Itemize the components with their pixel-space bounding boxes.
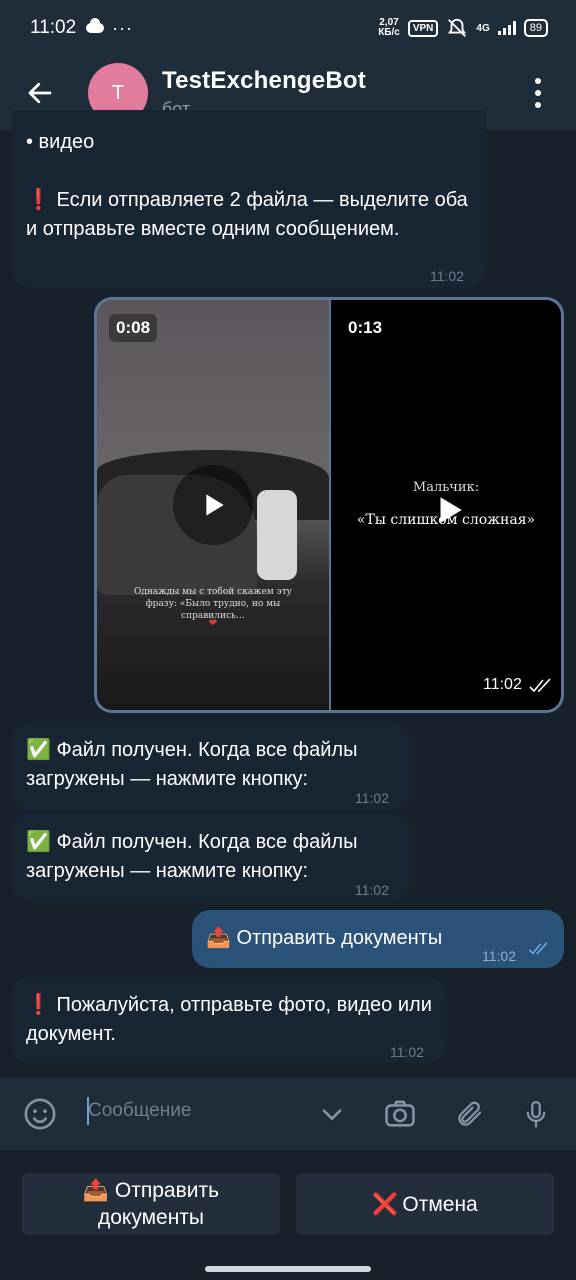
message-text-body: Файл получен. Когда все файлы загружены … [26,739,358,790]
bot-keyboard: 📤 Отправить документы ❌ Отмена [0,1150,576,1280]
exclamation-icon: ❗ [26,189,51,211]
mute-bell-icon [448,18,467,37]
send-documents-label: 📤 Отправить документы [51,1177,251,1231]
message-time: 11:02 [482,948,516,964]
microphone-icon [526,1101,546,1128]
speed-unit: КБ/с [378,27,400,38]
camera-button[interactable] [382,1096,418,1132]
video-thumbnail[interactable]: 0:08 Однажды мы с тобой скажем эту фразу… [97,300,329,710]
double-check-icon [528,942,548,955]
exclamation-icon: ❗ [26,994,51,1016]
arrow-left-icon [28,82,52,104]
more-dot-icon [535,90,541,96]
message-time: 11:02 [390,1044,424,1060]
button-label: Отправить документы [97,1179,220,1229]
message-text: ✅ Файл получен. Когда все файлы загружен… [26,736,402,794]
vpn-badge: VPN [407,19,439,37]
home-indicator[interactable] [205,1266,371,1272]
button-label: Отмена [402,1192,478,1216]
battery-icon: 89 [523,19,548,37]
send-documents-button[interactable]: 📤 Отправить документы [22,1173,280,1235]
chat-title: TestExchengeBot [162,66,366,94]
message-text: ❗ Пожалуйста, отправьте фото, видео или … [26,991,436,1049]
outbox-tray-icon: 📤 [206,927,231,949]
composer-bar: Сообщение [0,1078,576,1150]
chevron-down-icon [322,1109,342,1121]
more-menu-button[interactable] [528,78,548,108]
check-mark-icon: ✅ [26,739,51,761]
double-check-icon [529,678,551,693]
status-bar: 11:02 ··· 2,07 КБ/с VPN 4G 89 [0,0,576,56]
message-text: 📤 Отправить документы [206,924,442,953]
message-text-body: Если отправляете 2 файла — выделите оба … [26,189,468,240]
more-dot-icon [535,78,541,84]
check-mark-icon: ✅ [26,831,51,853]
video-duration: 0:13 [348,318,383,337]
status-dots: ··· [112,17,134,38]
media-album[interactable]: 0:08 Однажды мы с тобой скажем эту фразу… [94,297,564,713]
message-text-body: Пожалуйста, отправьте фото, видео или до… [26,994,432,1045]
network-type: 4G [476,22,490,34]
more-dot-icon [535,102,541,108]
message-time: 11:02 [430,268,464,284]
video-duration: 0:08 [109,314,158,342]
emoji-button[interactable] [22,1096,58,1132]
message-line: • видео [26,131,95,153]
play-icon [206,494,224,516]
message-time: 11:02 [355,882,389,898]
paperclip-icon [458,1101,482,1126]
message-incoming[interactable]: ❗ Пожалуйста, отправьте фото, видео или … [12,977,446,1063]
message-text: ❗ Если отправляете 2 файла — выделите об… [26,186,476,244]
outbox-tray-icon: 📤 [82,1179,110,1202]
heart-icon: ❤ [208,618,218,629]
cross-mark-icon: ❌ [372,1192,399,1216]
smile-icon [24,1098,56,1130]
collapse-keyboard-button[interactable] [314,1096,350,1132]
voice-button[interactable] [518,1096,554,1132]
message-incoming[interactable]: • видео ❗ Если отправляете 2 файла — выд… [12,110,486,288]
camera-icon [385,1100,415,1127]
video-thumbnail[interactable]: 0:13 Мальчик: «Ты слишком сложная» 11:02 [331,300,561,710]
play-button[interactable] [429,490,469,530]
cloud-icon [86,18,105,33]
message-incoming[interactable]: ✅ Файл получен. Когда все файлы загружен… [12,814,410,902]
signal-icon [497,21,516,35]
message-input[interactable]: Сообщение [88,1100,191,1122]
play-icon [440,497,462,523]
attach-button[interactable] [452,1096,488,1132]
cancel-button[interactable]: ❌ Отмена [296,1173,554,1235]
message-outgoing[interactable]: 📤 Отправить документы 11:02 [192,910,564,968]
message-time: 11:02 [355,790,389,806]
play-button[interactable] [173,465,253,545]
status-time: 11:02 [30,17,77,38]
message-text-body: Файл получен. Когда все файлы загружены … [26,831,358,882]
video-caption: Однажды мы с тобой скажем эту фразу: «Бы… [134,587,292,621]
message-incoming[interactable]: ✅ Файл получен. Когда все файлы загружен… [12,722,410,810]
message-text: ✅ Файл получен. Когда все файлы загружен… [26,828,402,886]
message-text-body: Отправить документы [236,927,443,949]
message-time: 11:02 [483,676,522,693]
network-speed: 2,07 КБ/с [378,18,400,38]
